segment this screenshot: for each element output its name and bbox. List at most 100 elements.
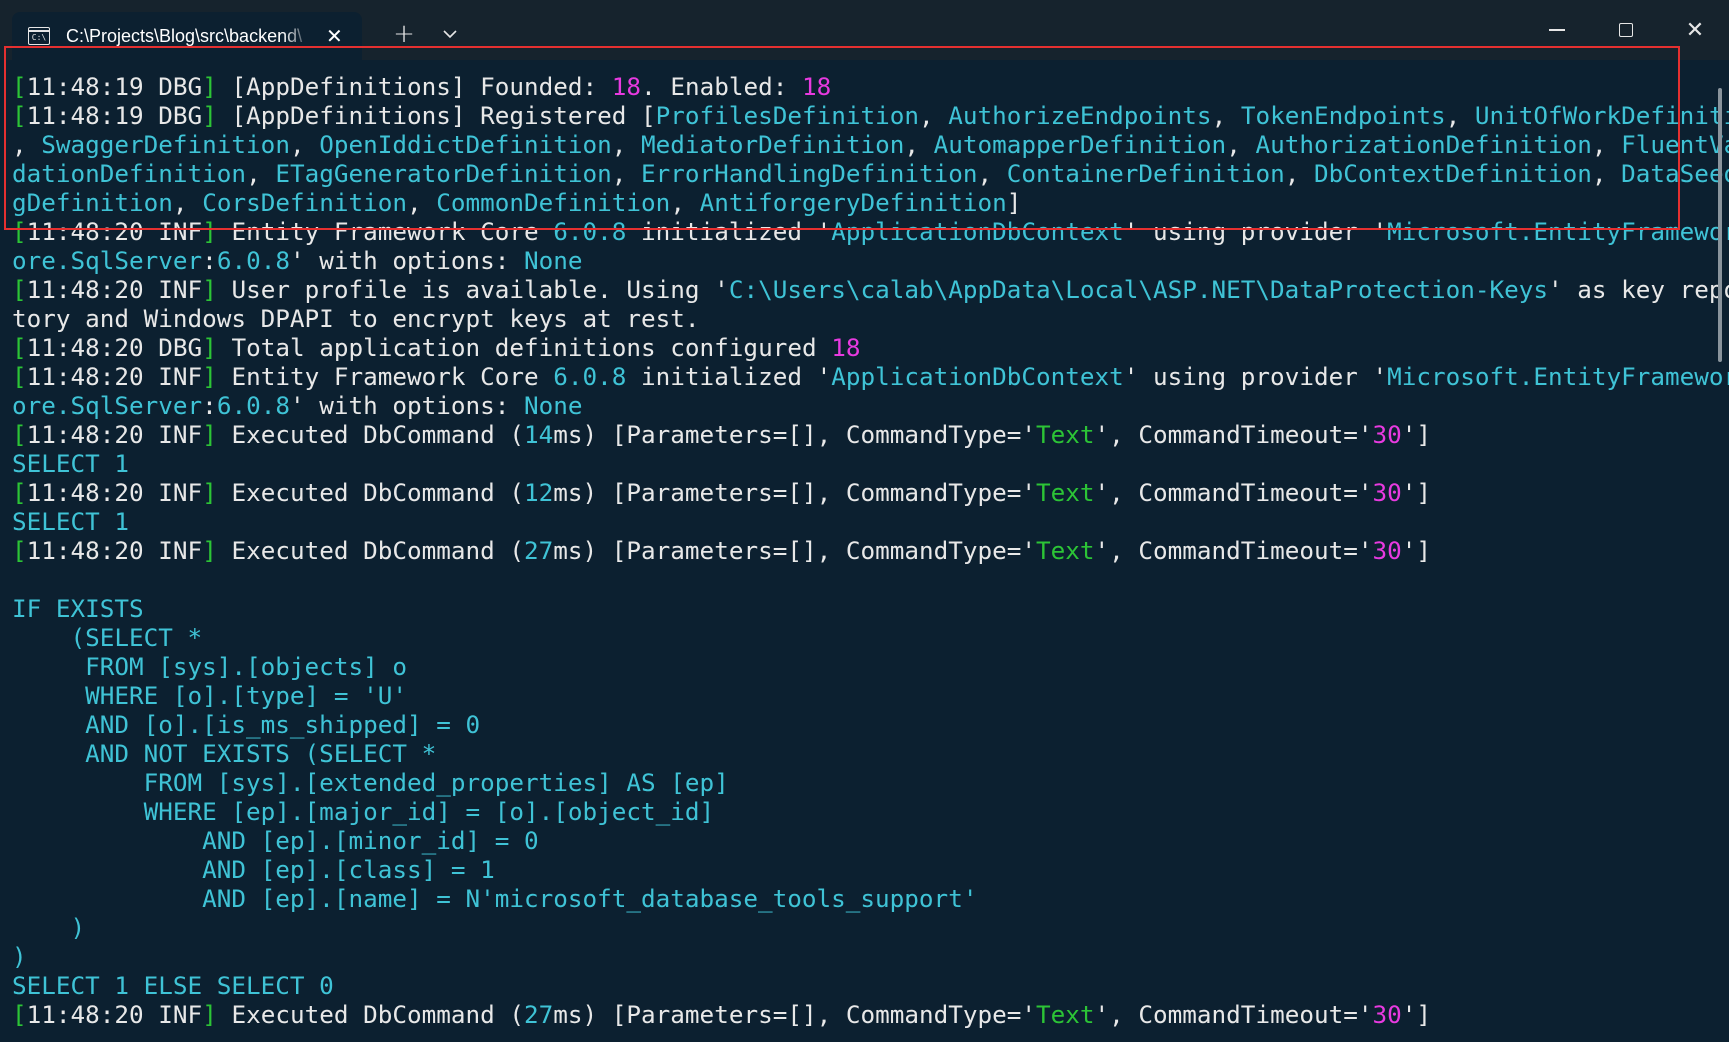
maximize-icon (1619, 23, 1633, 37)
terminal-text: ETagGeneratorDefinition (275, 159, 612, 188)
terminal-text: ] (202, 420, 217, 449)
terminal-text: IF EXISTS (12, 594, 144, 623)
new-tab-button[interactable]: + (382, 16, 426, 52)
terminal-text: ore.SqlServer (12, 246, 203, 275)
terminal-text: 18 (831, 333, 861, 362)
terminal-text: ms) [Parameters=[], CommandType=' (553, 536, 1037, 565)
terminal-line: SELECT 1 ELSE SELECT 0 (12, 971, 1702, 1000)
terminal-text: SwaggerDefinition (41, 130, 290, 159)
terminal-text: ' using provider ' (1123, 217, 1388, 246)
terminal-text: , (904, 130, 934, 159)
terminal-text: , (12, 130, 42, 159)
terminal-line: dationDefinition, ETagGeneratorDefinitio… (12, 159, 1729, 188)
terminal-text: 11:48:20 DBG (26, 333, 203, 362)
terminal-output[interactable]: [11:48:19 DBG] [AppDefinitions] Founded:… (12, 72, 1729, 1042)
close-window-button[interactable]: ✕ (1672, 8, 1718, 52)
terminal-text: 14 (524, 420, 554, 449)
terminal-text: C:\Users\calab\AppData\Local\ASP.NET\Dat… (728, 275, 1548, 304)
terminal-text: Executed DbCommand ( (216, 420, 525, 449)
terminal-text: 30 (1372, 536, 1402, 565)
tab-dropdown-button[interactable] (428, 16, 472, 52)
terminal-line: gDefinition, CorsDefinition, CommonDefin… (12, 188, 1702, 217)
terminal-text: 18 (611, 72, 642, 101)
terminal-text: ] (202, 72, 217, 101)
terminal-text: gDefinition (12, 188, 173, 217)
terminal-text: [ (12, 478, 27, 507)
close-tab-icon[interactable]: ✕ (326, 24, 343, 48)
terminal-line: [11:48:20 INF] Executed DbCommand (14ms)… (12, 420, 1702, 449)
minimize-icon (1549, 29, 1565, 31)
terminal-text: WHERE [o].[type] = 'U' (12, 681, 407, 710)
terminal-tab[interactable]: C:\ C:\Projects\Blog\src\backend\ ✕ (12, 12, 362, 60)
terminal-line: ore.SqlServer:6.0.8' with options: None (12, 391, 1702, 420)
terminal-line: SELECT 1 (12, 507, 1702, 536)
terminal-text: [ (12, 72, 27, 101)
terminal-text: dationDefinition (12, 159, 247, 188)
terminal-text: ', CommandTimeout=' (1094, 478, 1373, 507)
terminal-text: 11:48:20 INF (26, 478, 203, 507)
terminal-text: tory and Windows DPAPI to encrypt keys a… (12, 304, 700, 333)
terminal-line: FROM [sys].[extended_properties] AS [ep] (12, 768, 1702, 797)
terminal-text: [ (12, 217, 27, 246)
terminal-text: AND NOT EXISTS (SELECT * (12, 739, 437, 768)
terminal-line: AND [ep].[name] = N'microsoft_database_t… (12, 884, 1702, 913)
terminal-text: SELECT 1 ELSE SELECT 0 (12, 971, 334, 1000)
terminal-text: ' with options: (289, 391, 525, 420)
terminal-line: [11:48:20 INF] Executed DbCommand (12ms)… (12, 478, 1702, 507)
terminal-text: ContainerDefinition (1006, 159, 1285, 188)
terminal-text: [AppDefinitions] Founded: (216, 72, 612, 101)
chevron-down-icon (443, 29, 457, 38)
terminal-text: [ (12, 536, 27, 565)
terminal-text: , (1445, 101, 1475, 130)
terminal-text: [ (12, 333, 27, 362)
terminal-text: ', CommandTimeout=' (1094, 420, 1373, 449)
terminal-line: [11:48:20 INF] User profile is available… (12, 275, 1729, 304)
terminal-line: [11:48:20 INF] Entity Framework Core 6.0… (12, 362, 1729, 391)
tab-title: C:\Projects\Blog\src\backend\ (66, 25, 303, 46)
terminal-text: [ (12, 420, 27, 449)
terminal-text: ' as key reposi (1547, 275, 1729, 304)
terminal-line: , SwaggerDefinition, OpenIddictDefinitio… (12, 130, 1729, 159)
terminal-text: , (611, 130, 642, 159)
terminal-text: CommonDefinition (436, 188, 671, 217)
terminal-text: 6.0.8 (216, 246, 290, 275)
terminal-line: [11:48:19 DBG] [AppDefinitions] Register… (12, 101, 1729, 130)
scrollbar-thumb[interactable] (1718, 88, 1722, 362)
terminal-text: None (524, 246, 583, 275)
terminal-text: AuthorizeEndpoints (948, 101, 1212, 130)
terminal-text: , (918, 101, 949, 130)
terminal-text: Total application definitions configured (216, 333, 832, 362)
terminal-text: OpenIddictDefinition (319, 130, 612, 159)
terminal-line: WHERE [ep].[major_id] = [o].[object_id] (12, 797, 1702, 826)
terminal-text: ] (202, 275, 217, 304)
minimize-button[interactable] (1534, 8, 1580, 52)
terminal-text: 11:48:19 DBG (26, 72, 203, 101)
terminal-line: AND [ep].[minor_id] = 0 (12, 826, 1702, 855)
terminal-line: [11:48:20 INF] Executed DbCommand (27ms)… (12, 536, 1702, 565)
terminal-line: ) (12, 913, 1702, 942)
terminal-text: FluentVali (1621, 130, 1729, 159)
terminal-text: 12 (524, 478, 554, 507)
terminal-line: IF EXISTS (12, 594, 1702, 623)
terminal-text: ProfilesDefinition (655, 101, 919, 130)
terminal-text: '] (1401, 1000, 1431, 1029)
terminal-line: AND [o].[is_ms_shipped] = 0 (12, 710, 1702, 739)
terminal-text: [ (12, 101, 27, 130)
terminal-line: ) (12, 942, 1702, 971)
terminal-text: ] (202, 1000, 217, 1029)
terminal-text: SELECT 1 (12, 449, 130, 478)
terminal-text: FROM [sys].[objects] o (12, 652, 407, 681)
terminal-text: SELECT 1 (12, 507, 130, 536)
terminal-text: Microsoft.EntityFrameworkC (1387, 217, 1729, 246)
terminal-text: . Enabled: (641, 72, 802, 101)
terminal-text: , (246, 159, 276, 188)
terminal-text: : (202, 246, 217, 275)
terminal-line: [11:48:20 INF] Entity Framework Core 6.0… (12, 217, 1729, 246)
terminal-text: Text (1036, 536, 1095, 565)
terminal-text: [ (12, 275, 27, 304)
terminal-text: , (1226, 130, 1256, 159)
terminal-text: '] (1401, 536, 1431, 565)
terminal-text: Executed DbCommand ( (216, 1000, 525, 1029)
maximize-button[interactable] (1603, 8, 1649, 52)
terminal-text: User profile is available. Using ' (216, 275, 729, 304)
